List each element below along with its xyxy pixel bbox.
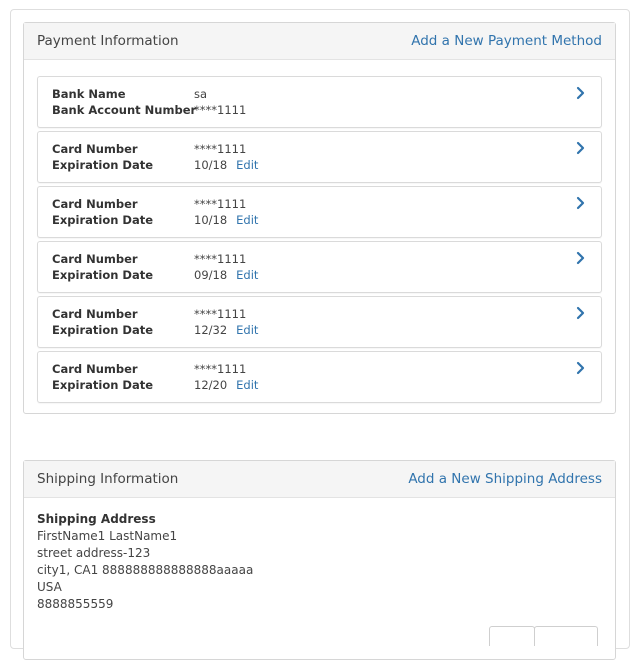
payment-panel-header: Payment Information Add a New Payment Me…: [24, 23, 615, 60]
payment-value: 10/18: [194, 158, 228, 172]
card-item[interactable]: Card Number ****1111 Expiration Date 10/…: [37, 186, 602, 238]
payment-label: Card Number: [52, 142, 138, 156]
edit-link[interactable]: Edit: [236, 158, 258, 172]
card-item[interactable]: Card Number ****1111 Expiration Date 09/…: [37, 241, 602, 293]
edit-link[interactable]: Edit: [236, 378, 258, 392]
payment-label: Expiration Date: [52, 213, 154, 227]
payment-label: Expiration Date: [52, 378, 154, 392]
payment-value-group: 12/20 Edit: [194, 377, 258, 393]
shipping-information-panel: Shipping Information Add a New Shipping …: [23, 460, 616, 660]
card-item[interactable]: Card Number ****1111 Expiration Date 10/…: [37, 131, 602, 183]
payment-information-panel: Payment Information Add a New Payment Me…: [23, 22, 616, 414]
add-payment-method-link[interactable]: Add a New Payment Method: [411, 33, 602, 49]
payment-label: Expiration Date: [52, 323, 154, 337]
payment-value: ****1111: [194, 307, 247, 321]
payment-value: ****1111: [194, 197, 247, 211]
payment-value: ****1111: [194, 103, 247, 117]
payment-label: Expiration Date: [52, 268, 154, 282]
payment-value-group: 10/18 Edit: [194, 212, 258, 228]
payment-value: 12/32: [194, 323, 228, 337]
payment-method-list: Bank Name sa Bank Account Number ****111…: [37, 76, 602, 406]
payment-label: Card Number: [52, 307, 138, 321]
edit-link[interactable]: Edit: [236, 323, 258, 337]
shipping-address-title: Shipping Address: [37, 512, 156, 526]
payment-label: Card Number: [52, 252, 138, 266]
shipping-street: street address-123: [37, 546, 151, 560]
payment-value: ****1111: [194, 252, 247, 266]
shipping-city-line: city1, CA1 888888888888888aaaaa: [37, 563, 254, 577]
payment-value: 10/18: [194, 213, 228, 227]
shipping-country: USA: [37, 580, 62, 594]
bank-account-item[interactable]: Bank Name sa Bank Account Number ****111…: [37, 76, 602, 128]
chevron-right-icon[interactable]: [574, 306, 588, 320]
shipping-address-block: Shipping Address FirstName1 LastName1 st…: [37, 511, 253, 613]
payment-value-group: ****1111: [194, 102, 246, 118]
payment-value-group: 09/18 Edit: [194, 267, 258, 283]
shipping-phone: 8888855559: [37, 597, 114, 611]
payment-label: Expiration Date: [52, 158, 154, 172]
card-item[interactable]: Card Number ****1111 Expiration Date 12/…: [37, 296, 602, 348]
chevron-right-icon[interactable]: [574, 86, 588, 100]
edit-link[interactable]: Edit: [236, 213, 258, 227]
payment-value: ****1111: [194, 362, 247, 376]
shipping-action-button-right[interactable]: [534, 626, 598, 646]
chevron-right-icon[interactable]: [574, 196, 588, 210]
payment-label: Card Number: [52, 362, 138, 376]
payment-value-group: 12/32 Edit: [194, 322, 258, 338]
chevron-right-icon[interactable]: [574, 251, 588, 265]
chevron-right-icon[interactable]: [574, 141, 588, 155]
payment-label: Bank Name: [52, 87, 126, 101]
shipping-panel-title: Shipping Information: [37, 471, 179, 487]
payment-label: Bank Account Number: [52, 103, 197, 117]
payment-value: sa: [194, 87, 208, 101]
payment-value-group: 10/18 Edit: [194, 157, 258, 173]
payment-panel-title: Payment Information: [37, 33, 179, 49]
edit-link[interactable]: Edit: [236, 268, 258, 282]
card-item[interactable]: Card Number ****1111 Expiration Date 12/…: [37, 351, 602, 403]
shipping-name: FirstName1 LastName1: [37, 529, 178, 543]
payment-value: 12/20: [194, 378, 228, 392]
shipping-panel-header: Shipping Information Add a New Shipping …: [24, 461, 615, 498]
shipping-action-button-left[interactable]: [489, 626, 535, 646]
add-shipping-address-link[interactable]: Add a New Shipping Address: [408, 471, 602, 487]
payment-value: 09/18: [194, 268, 228, 282]
payment-value: ****1111: [194, 142, 247, 156]
chevron-right-icon[interactable]: [574, 361, 588, 375]
payment-label: Card Number: [52, 197, 138, 211]
